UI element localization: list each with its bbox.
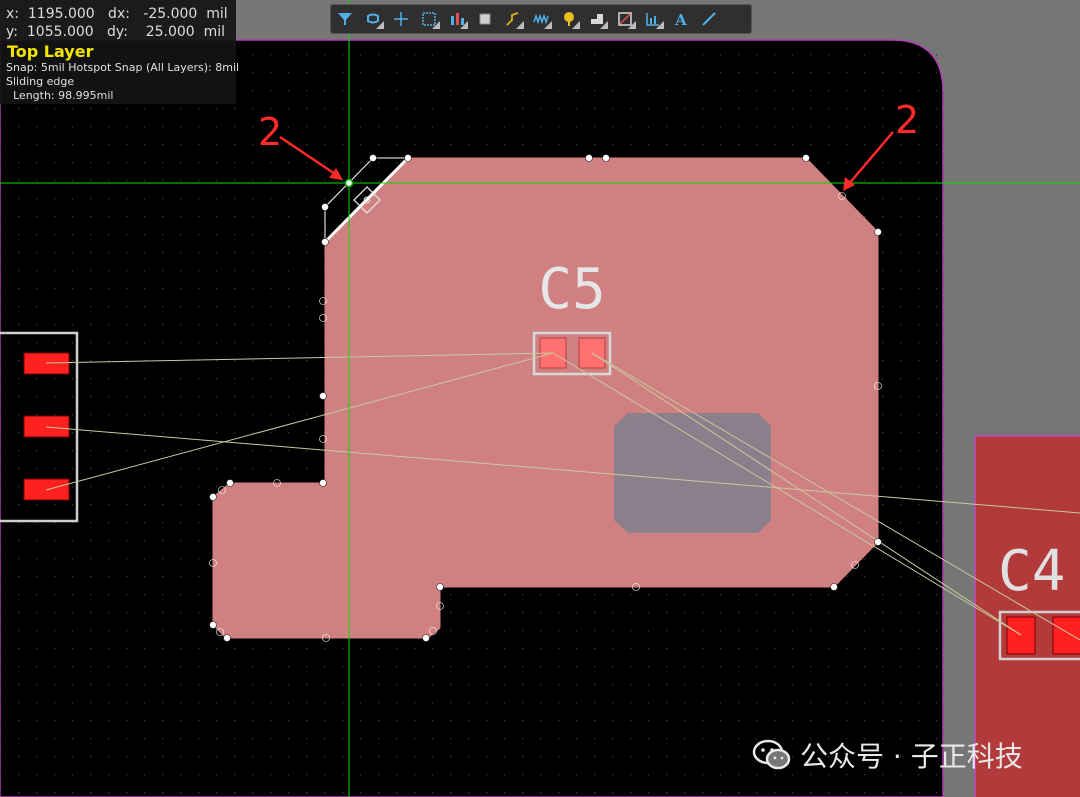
left-pad-1[interactable] <box>23 352 70 375</box>
annotation-number-left: 2 <box>258 110 282 154</box>
x-coordinate-readout: x: 1195.000 dx: -25.000 mil <box>6 6 228 22</box>
component-icon[interactable] <box>471 6 499 32</box>
c4-pad-1[interactable] <box>1006 616 1036 655</box>
wechat-icon <box>752 739 791 770</box>
keepout-region[interactable] <box>614 413 771 533</box>
svg-text:A: A <box>674 11 687 28</box>
c4-pad-2[interactable] <box>1052 616 1080 655</box>
y-coordinate-readout: y: 1055.000 dy: 25.000 mil <box>6 24 226 40</box>
pad-via-icon[interactable] <box>555 6 583 32</box>
annotation-number-right: 2 <box>895 98 919 142</box>
route-icon[interactable] <box>359 6 387 32</box>
c4-designator[interactable]: C4 <box>998 539 1065 604</box>
edit-mode-info: Sliding edge <box>6 75 75 88</box>
select-rect-icon[interactable] <box>415 6 443 32</box>
text-icon[interactable]: A <box>667 6 695 32</box>
line-icon[interactable] <box>695 6 723 32</box>
c5-designator[interactable]: C5 <box>538 257 605 322</box>
coordinate-readout-panel: x: 1195.000 dx: -25.000 mil y: 1055.000 … <box>0 0 240 104</box>
add-icon[interactable] <box>387 6 415 32</box>
interactive-route-icon[interactable] <box>499 6 527 32</box>
active-bar-toolbar: A <box>330 4 752 34</box>
cursor-point <box>344 178 354 188</box>
align-icon[interactable] <box>443 6 471 32</box>
watermark: 公众号 · 子正科技 <box>752 736 1023 774</box>
left-pad-2[interactable] <box>23 415 70 438</box>
filter-icon[interactable] <box>331 6 359 32</box>
watermark-text: 公众号 · 子正科技 <box>800 740 1023 773</box>
chart-icon[interactable] <box>639 6 667 32</box>
fill-icon[interactable] <box>583 6 611 32</box>
edge-length-info: Length: 98.995mil <box>6 89 114 102</box>
current-layer-label: Top Layer <box>7 42 94 61</box>
pcb-canvas[interactable]: C5 C4 2 2 <box>0 0 1080 797</box>
snap-info: Snap: 5mil Hotspot Snap (All Layers): 8m… <box>6 61 240 74</box>
region-icon[interactable] <box>611 6 639 32</box>
length-tune-icon[interactable] <box>527 6 555 32</box>
